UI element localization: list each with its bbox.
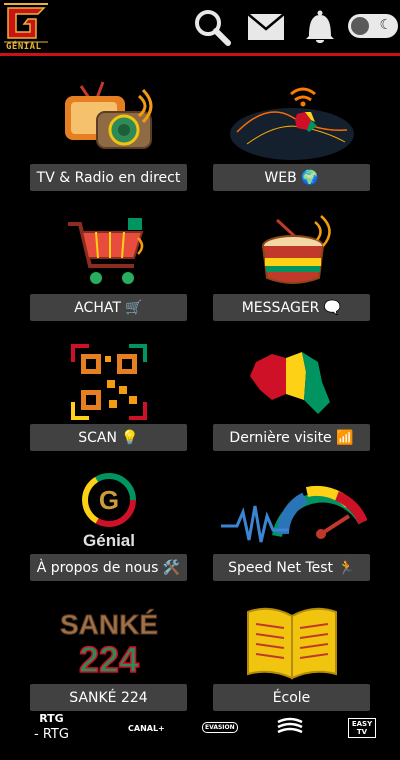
channel-canal-plus[interactable]: CANAL+: [128, 724, 165, 733]
tile-sanke-224[interactable]: SANKÉ 224 SANKÉ 224: [30, 586, 187, 711]
tv-radio-icon: [30, 66, 187, 162]
open-book-icon: [213, 586, 370, 682]
sanke-line1: SANKÉ: [59, 609, 157, 640]
tile-achat[interactable]: ACHAT 🛒: [30, 196, 187, 321]
bell-icon[interactable]: [300, 8, 340, 46]
channel-easy-tv[interactable]: EASY TV: [348, 718, 376, 738]
wave-logo-icon: [277, 717, 303, 734]
tile-a-propos[interactable]: G Génial À propos de nous 🛠️: [30, 456, 187, 581]
channel-rtg[interactable]: RTG - RTG: [34, 712, 69, 742]
channel-bar: RTG - RTG CANAL+ EVASION EASY TV: [0, 704, 400, 760]
header-divider: [0, 53, 400, 56]
channel-name: - RTG: [34, 727, 69, 742]
svg-text:G: G: [98, 485, 118, 515]
moon-icon: ☾: [379, 17, 392, 33]
tile-label: WEB 🌍: [213, 164, 370, 191]
tile-label: SCAN 💡: [30, 424, 187, 451]
tile-label: TV & Radio en direct: [30, 164, 187, 191]
tile-label: Dernière visite 📶: [213, 424, 370, 451]
tile-label: ACHAT 🛒: [30, 294, 187, 321]
tile-web[interactable]: WEB 🌍: [213, 66, 370, 191]
logo-text: GÉNIAL: [6, 42, 42, 52]
tile-label: Speed Net Test 🏃: [213, 554, 370, 581]
channel-wave[interactable]: [276, 716, 304, 736]
tile-speed-net-test[interactable]: Speed Net Test 🏃: [213, 456, 370, 581]
app-logo[interactable]: GÉNIAL: [2, 2, 50, 52]
sanke-logo-icon: SANKÉ 224: [30, 586, 187, 682]
tile-derniere-visite[interactable]: Dernière visite 📶: [213, 326, 370, 451]
genial-logo-icon: G Génial: [30, 456, 187, 552]
tile-ecole[interactable]: École: [213, 586, 370, 711]
sanke-line2: 224: [78, 639, 138, 680]
tile-messager[interactable]: MESSAGER 🗨️: [213, 196, 370, 321]
search-icon[interactable]: [192, 8, 232, 46]
genial-word: Génial: [83, 531, 135, 550]
web-globe-icon: [213, 66, 370, 162]
qr-code-icon: [30, 326, 187, 422]
rtg-logo: RTG: [39, 712, 64, 725]
dark-mode-toggle[interactable]: ☾: [348, 14, 398, 38]
easy-tv-logo: EASY TV: [348, 718, 376, 738]
tile-label: MESSAGER 🗨️: [213, 294, 370, 321]
guinea-map-icon: [213, 326, 370, 422]
genial-logo-mark: [4, 3, 48, 43]
evasion-logo: EVASION: [202, 722, 238, 733]
speedometer-icon: [213, 456, 370, 552]
canal-plus-logo: CANAL+: [128, 724, 165, 733]
tile-tv-radio[interactable]: TV & Radio en direct: [30, 66, 187, 191]
mail-icon[interactable]: [246, 8, 286, 46]
toggle-knob: [351, 17, 369, 35]
shopping-cart-icon: [30, 196, 187, 292]
tile-scan[interactable]: SCAN 💡: [30, 326, 187, 451]
tile-label: À propos de nous 🛠️: [30, 554, 187, 581]
channel-evasion[interactable]: EVASION: [202, 722, 238, 733]
app-header: GÉNIAL ☾: [0, 0, 400, 54]
drum-icon: [213, 196, 370, 292]
